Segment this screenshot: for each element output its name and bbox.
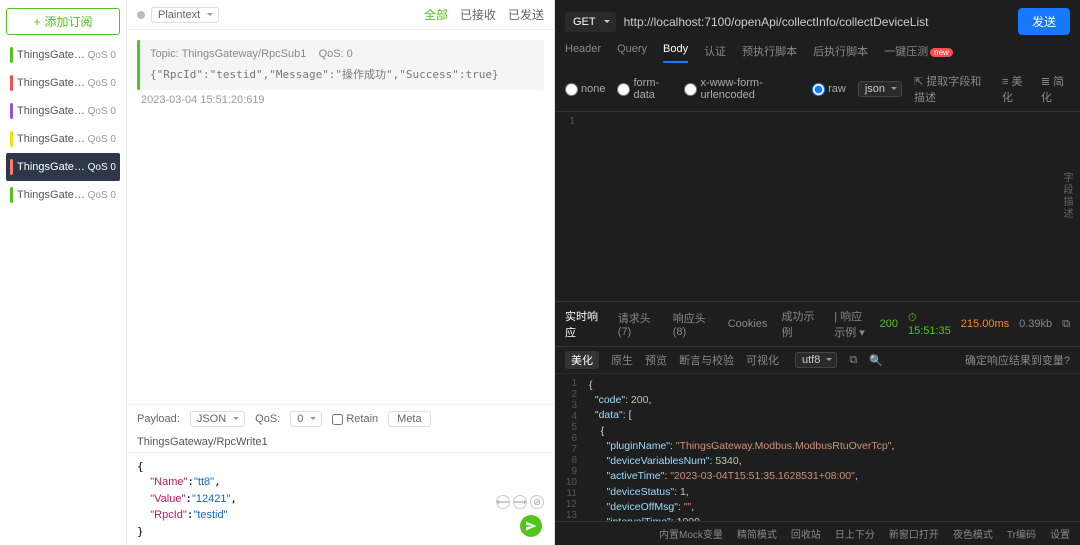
api-tab[interactable]: 预执行脚本 [742, 43, 797, 63]
format-tab[interactable]: 断言与校验 [679, 352, 734, 368]
format-select[interactable]: Plaintext [151, 7, 219, 23]
message-timestamp: 2023-03-04 15:51:20:619 [137, 94, 544, 106]
message-item: Topic: ThingsGateway/RpcSub1 QoS: 0 {"Rp… [137, 40, 544, 90]
add-subscription-button[interactable]: + 添加订阅 [6, 8, 120, 35]
response-body-viewer[interactable]: 123456789101112131415161718192021 { "cod… [555, 374, 1080, 521]
footer-link[interactable]: 回收站 [791, 526, 821, 541]
api-tab[interactable]: Query [617, 43, 647, 63]
publish-body-editor[interactable]: { "Name":"tt8", "Value":"12421", "RpcId"… [127, 453, 554, 545]
subscription-item[interactable]: ThingsGateway/V...QoS 0 [6, 181, 120, 209]
resp-tab-success[interactable]: 成功示例 [781, 308, 820, 340]
status-time: ⏱15:51:35 [908, 312, 951, 337]
footer-link[interactable]: Tr编码 [1007, 526, 1036, 541]
message-panel: Plaintext 全部 已接收 已发送 Topic: ThingsGatewa… [127, 0, 554, 545]
url-input[interactable] [624, 15, 1010, 29]
api-tab[interactable]: 一键压测new [884, 43, 953, 63]
resp-tab-realtime[interactable]: 实时响应 [565, 308, 604, 340]
status-code: 200 [880, 318, 898, 330]
qos-select[interactable]: 0 [290, 411, 322, 427]
plus-icon: + [33, 15, 40, 29]
status-duration: 215.00ms [961, 318, 1009, 330]
format-tab[interactable]: 可视化 [746, 352, 779, 368]
body-form-radio[interactable]: form-data [617, 77, 672, 101]
resp-tab-cookies[interactable]: Cookies [728, 318, 768, 330]
resp-tab-reqheaders[interactable]: 请求头(7) [618, 310, 659, 338]
tab-all[interactable]: 全部 [424, 6, 448, 23]
clear-icon[interactable]: ⊘ [530, 495, 544, 509]
send-icon [525, 520, 537, 532]
api-tab[interactable]: 认证 [704, 43, 726, 63]
footer-link[interactable]: 精简模式 [737, 526, 777, 541]
api-tab[interactable]: Header [565, 43, 601, 63]
status-size: 0.39kb [1019, 318, 1052, 330]
message-body: {"RpcId":"testid","Message":"操作成功","Succ… [150, 66, 534, 82]
footer-link[interactable]: 夜色模式 [953, 526, 993, 541]
api-tab[interactable]: Body [663, 43, 688, 63]
footer-link[interactable]: 内置Mock变量 [659, 526, 723, 541]
history-back-icon[interactable]: ⟵ [496, 495, 510, 509]
body-url-radio[interactable]: x-www-form-urlencoded [684, 77, 800, 101]
subscription-item[interactable]: ThingsGateway/V...QoS 0 [6, 69, 120, 97]
retain-checkbox[interactable]: Retain [332, 413, 378, 425]
status-dot-icon [137, 11, 145, 19]
send-button[interactable]: 发送 [1018, 8, 1070, 35]
search-resp-icon[interactable]: 🔍 [869, 354, 883, 367]
body-raw-radio[interactable]: raw [812, 83, 846, 96]
api-client-panel: GET 发送 Header Query Body 认证预执行脚本后执行脚本一键压测ne… [555, 0, 1080, 545]
qos-label: QoS: [255, 413, 280, 425]
api-tab[interactable]: 后执行脚本 [813, 43, 868, 63]
beautify-link[interactable]: ≡ 美化 [1002, 73, 1029, 105]
simplify-link[interactable]: ≣ 简化 [1041, 73, 1070, 105]
bind-variable-hint[interactable]: 确定响应结果到变量? [965, 352, 1070, 368]
publish-topic-input[interactable]: ThingsGateway/RpcWrite1 [127, 433, 554, 453]
subscription-item[interactable]: ThingsGateway/J...QoS 0 [6, 125, 120, 153]
format-tab[interactable]: 预览 [645, 352, 667, 368]
copy-resp-icon[interactable]: ⧉ [849, 354, 857, 367]
footer-link[interactable]: 设置 [1050, 526, 1070, 541]
format-tab[interactable]: 美化 [565, 351, 599, 369]
copy-icon[interactable]: ⧉ [1062, 318, 1070, 331]
method-select[interactable]: GET [565, 12, 616, 32]
subscription-sidebar: + 添加订阅 ThingsGateway/D...QoS 0ThingsGate… [0, 0, 127, 545]
raw-format-select[interactable]: json [858, 81, 902, 97]
add-subscription-label: 添加订阅 [45, 13, 93, 30]
request-body-editor[interactable]: 1 字段描述 [555, 112, 1080, 302]
tab-received[interactable]: 已接收 [460, 6, 496, 23]
resp-tab-respheaders[interactable]: 响应头(8) [673, 310, 714, 338]
format-tab[interactable]: 原生 [611, 352, 633, 368]
subscription-item[interactable]: ThingsGateway/R...QoS 0 [6, 97, 120, 125]
field-desc-toggle[interactable]: 字段描述 [1059, 172, 1074, 220]
extract-fields-link[interactable]: ⇱ 提取字段和描述 [914, 73, 990, 105]
subscription-item[interactable]: ThingsGateway/R...QoS 0 [6, 153, 120, 181]
footer-link[interactable]: 日上下分 [835, 526, 875, 541]
message-topic: Topic: ThingsGateway/RpcSub1 [150, 48, 306, 60]
payload-format-select[interactable]: JSON [190, 411, 245, 427]
publish-button[interactable] [520, 515, 542, 537]
encoding-select[interactable]: utf8 [795, 352, 837, 368]
payload-label: Payload: [137, 413, 180, 425]
footer-link[interactable]: 新窗口打开 [889, 526, 939, 541]
meta-button[interactable]: Meta [388, 411, 430, 427]
tab-sent[interactable]: 已发送 [508, 6, 544, 23]
message-qos: QoS: 0 [319, 48, 353, 60]
history-fwd-icon[interactable]: ⟶ [513, 495, 527, 509]
subscription-item[interactable]: ThingsGateway/D...QoS 0 [6, 41, 120, 69]
body-none-radio[interactable]: none [565, 83, 605, 96]
